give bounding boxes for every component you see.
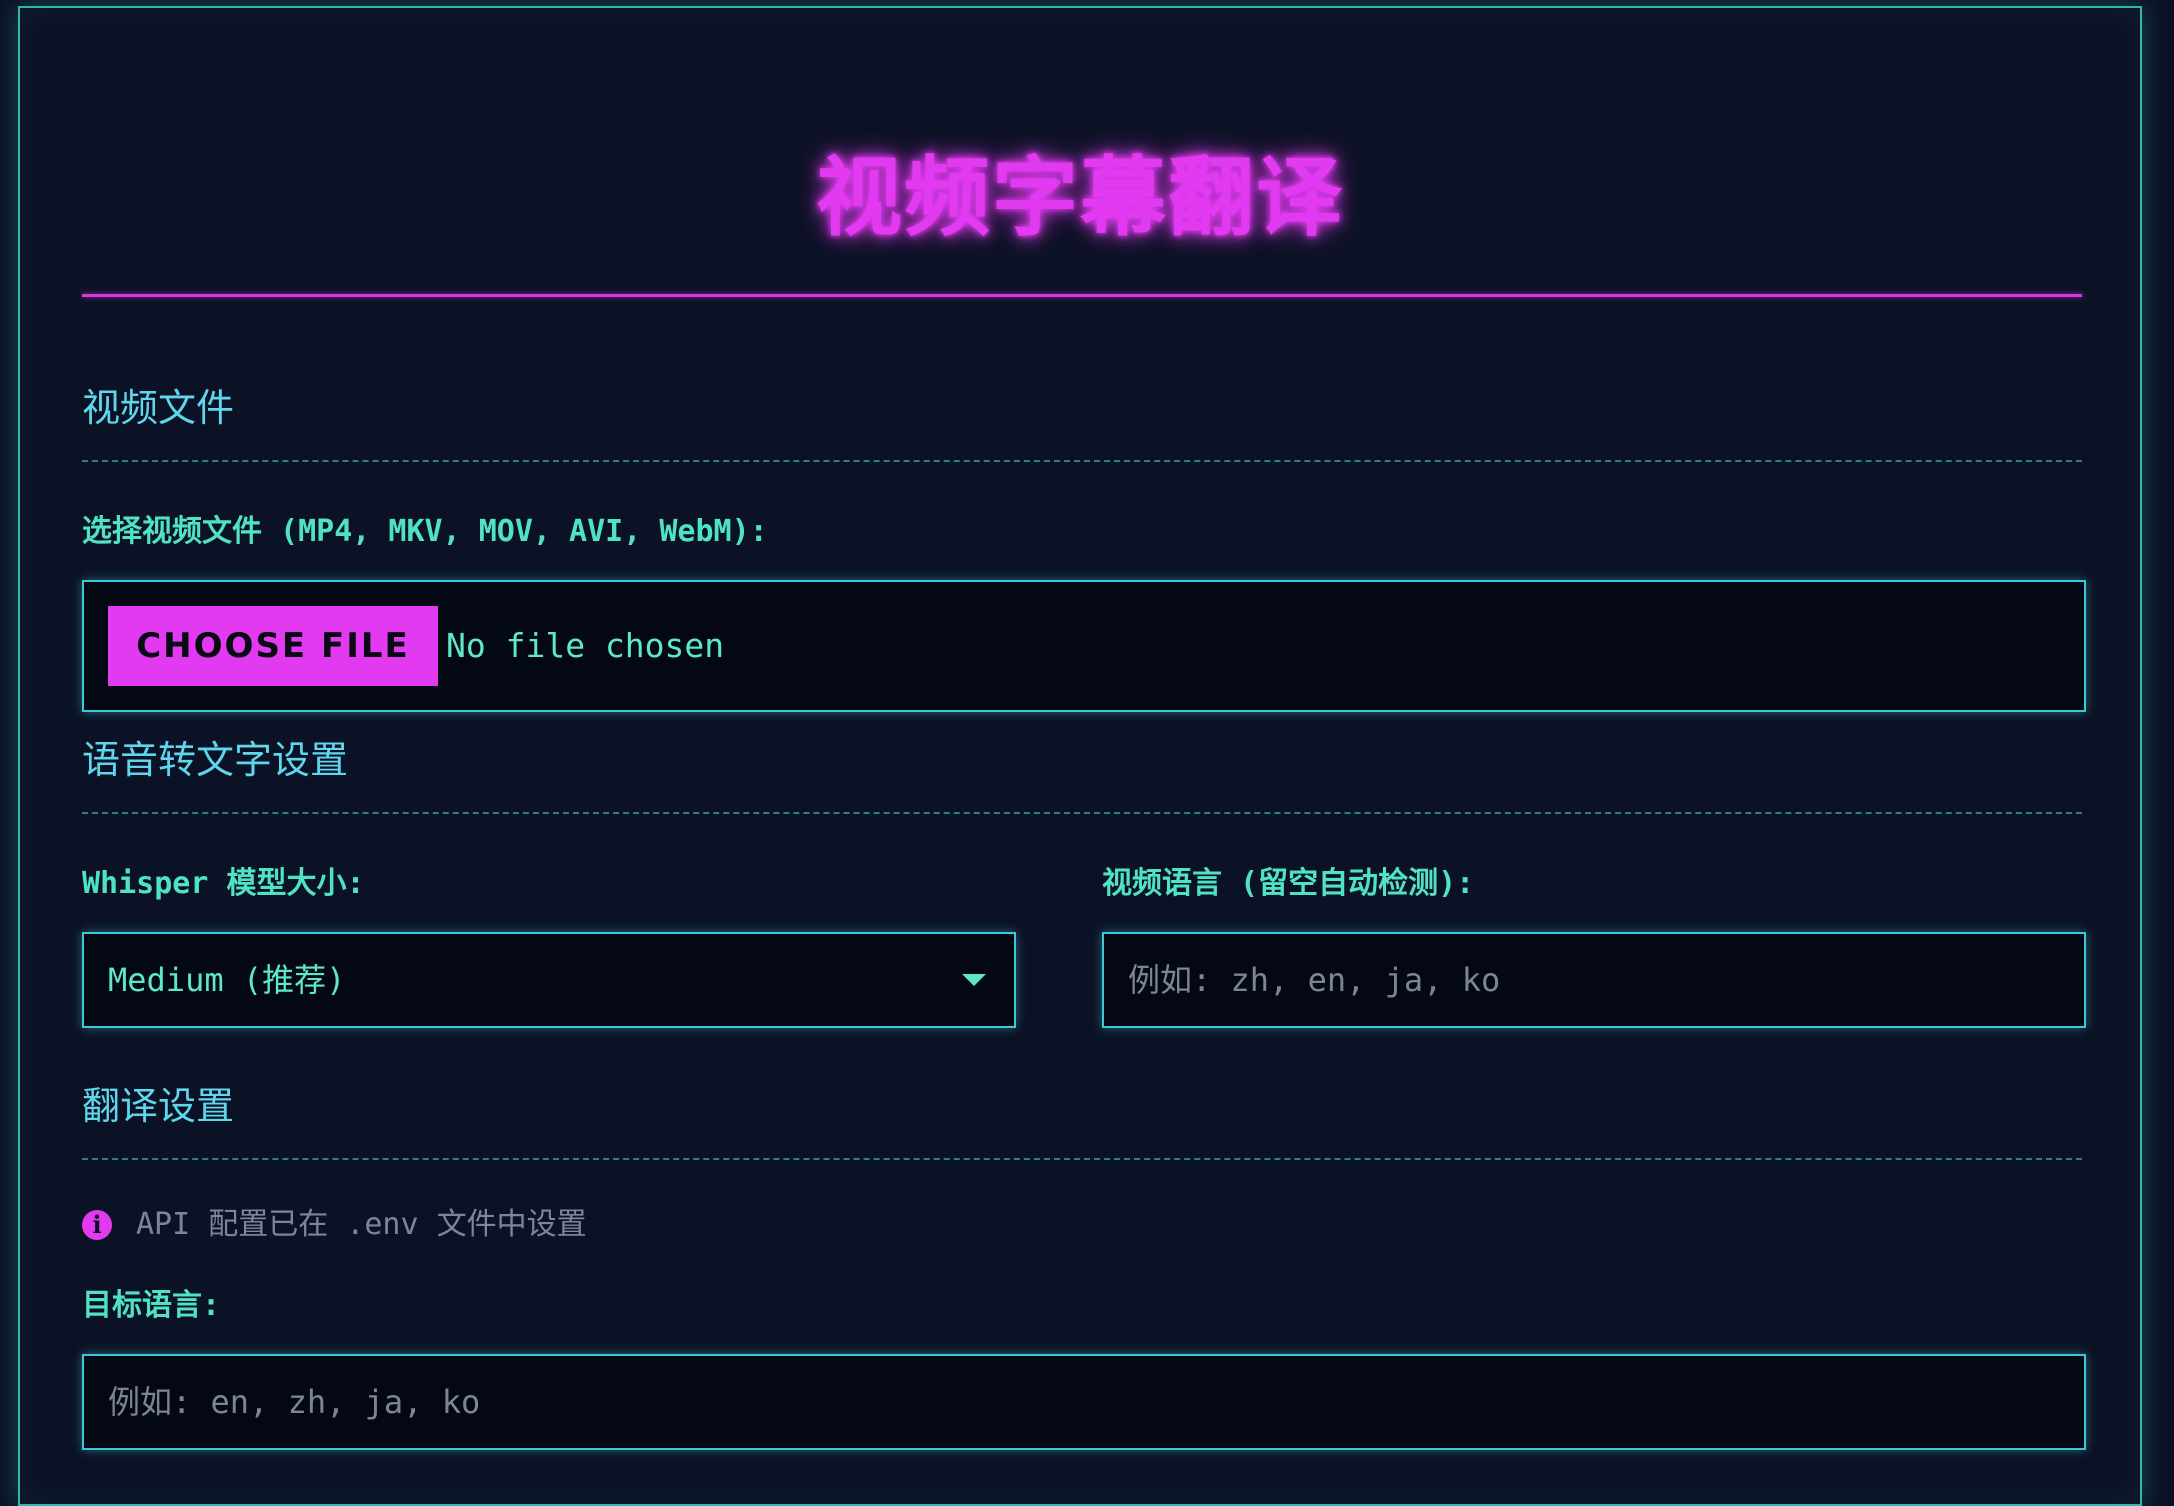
section-divider-translation <box>82 1158 2082 1160</box>
target-language-placeholder: 例如: en, zh, ja, ko <box>108 1383 481 1421</box>
target-language-label: 目标语言: <box>82 1288 221 1323</box>
main-panel: 视频字幕翻译 视频文件 选择视频文件 (MP4, MKV, MOV, AVI, … <box>18 6 2142 1506</box>
title-divider <box>82 294 2082 297</box>
video-language-input[interactable]: 例如: zh, en, ja, ko <box>1102 932 2086 1028</box>
model-size-select[interactable]: Medium (推荐) <box>82 932 1016 1028</box>
info-icon: i <box>82 1209 112 1240</box>
choose-file-button[interactable]: CHOOSE FILE <box>108 606 438 686</box>
file-input[interactable]: CHOOSE FILE No file chosen <box>82 580 2086 712</box>
chevron-down-icon <box>962 974 986 986</box>
model-size-selected-value: Medium (推荐) <box>108 961 346 999</box>
api-info-text: API 配置已在 .env 文件中设置 <box>136 1206 587 1242</box>
section-title-speech: 语音转文字设置 <box>82 738 349 782</box>
video-language-placeholder: 例如: zh, en, ja, ko <box>1128 961 1501 999</box>
section-divider-speech <box>82 812 2082 814</box>
api-info-row: i API 配置已在 .env 文件中设置 <box>82 1204 587 1244</box>
section-title-translation: 翻译设置 <box>82 1084 235 1128</box>
model-size-label: Whisper 模型大小: <box>82 866 365 901</box>
video-language-label: 视频语言 (留空自动检测): <box>1102 866 1475 901</box>
file-label: 选择视频文件 (MP4, MKV, MOV, AVI, WebM): <box>82 514 768 549</box>
file-status-text: No file chosen <box>446 626 725 665</box>
section-divider-video <box>82 460 2082 462</box>
section-title-video: 视频文件 <box>82 386 235 430</box>
target-language-input[interactable]: 例如: en, zh, ja, ko <box>82 1354 2086 1450</box>
page-title: 视频字幕翻译 <box>816 148 1344 248</box>
